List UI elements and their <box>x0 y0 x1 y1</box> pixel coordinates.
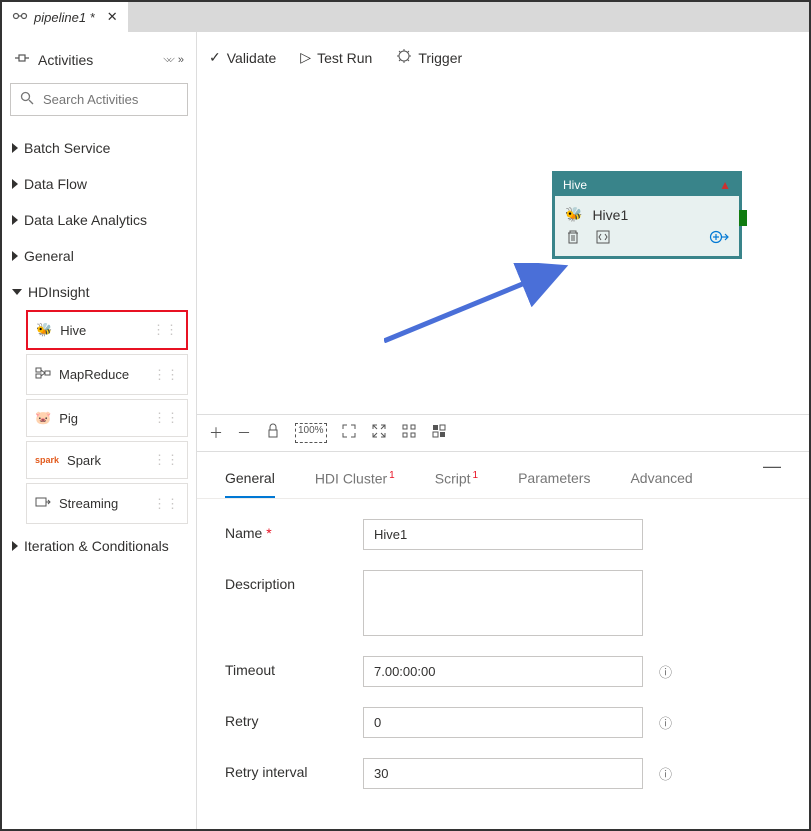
group-data-flow[interactable]: Data Flow <box>10 166 188 202</box>
trigger-icon <box>396 48 412 67</box>
delete-node-icon[interactable] <box>565 229 581 248</box>
info-icon[interactable]: ⓘ <box>659 713 672 732</box>
error-badge: 1 <box>473 470 479 481</box>
activity-mapreduce[interactable]: MapReduce ⋮⋮ <box>26 354 188 395</box>
hive-icon: 🐝 <box>565 206 582 223</box>
collapse-groups-icon[interactable]: ⌵⌵ <box>163 53 170 66</box>
play-icon: ▷ <box>300 49 311 66</box>
group-hdinsight[interactable]: HDInsight <box>10 274 188 310</box>
add-output-icon[interactable] <box>709 229 729 248</box>
zoom-out-icon[interactable]: － <box>237 423 251 443</box>
test-run-button[interactable]: ▷ Test Run <box>300 49 372 66</box>
pipeline-tab-label: pipeline1 * <box>34 10 95 25</box>
pipeline-icon <box>12 8 28 27</box>
name-label: Name * <box>225 519 355 541</box>
timeout-input[interactable] <box>363 656 643 687</box>
node-type-label: Hive <box>563 178 587 192</box>
search-icon <box>19 90 35 109</box>
properties-panel: — General HDI Cluster1 Script1 Parameter… <box>197 451 809 829</box>
zoom-100-icon[interactable]: 100% <box>295 423 327 443</box>
caret-down-icon <box>12 289 22 295</box>
name-input[interactable] <box>363 519 643 550</box>
collapse-panel-icon[interactable]: — <box>763 456 781 477</box>
trigger-button[interactable]: Trigger <box>396 48 462 67</box>
pipeline-canvas[interactable]: Hive ▲ 🐝 Hive1 <box>197 83 809 414</box>
activities-title: Activities <box>38 52 155 68</box>
validate-button[interactable]: ✓ Validate <box>209 49 276 66</box>
caret-right-icon <box>12 251 18 261</box>
group-general[interactable]: General <box>10 238 188 274</box>
group-batch-service[interactable]: Batch Service <box>10 130 188 166</box>
info-icon[interactable]: ⓘ <box>659 764 672 783</box>
hive-activity-node[interactable]: Hive ▲ 🐝 Hive1 <box>552 171 742 259</box>
drag-handle-icon: ⋮⋮ <box>153 496 179 512</box>
tab-advanced[interactable]: Advanced <box>630 470 692 498</box>
fullscreen-icon[interactable] <box>371 423 387 443</box>
pig-icon: 🐷 <box>35 410 51 426</box>
pipeline-tab[interactable]: pipeline1 * ✕ <box>2 2 128 32</box>
search-input[interactable] <box>43 92 219 107</box>
group-iteration-conditionals[interactable]: Iteration & Conditionals <box>10 528 188 564</box>
caret-right-icon <box>12 541 18 551</box>
expand-groups-icon[interactable]: » <box>178 54 184 66</box>
code-node-icon[interactable] <box>595 229 611 248</box>
caret-right-icon <box>12 179 18 189</box>
activity-hive[interactable]: 🐝 Hive ⋮⋮ <box>26 310 188 350</box>
caret-right-icon <box>12 215 18 225</box>
drag-handle-icon: ⋮⋮ <box>153 367 179 383</box>
check-icon: ✓ <box>209 49 221 66</box>
drag-handle-icon: ⋮⋮ <box>153 410 179 426</box>
lock-icon[interactable] <box>265 423 281 443</box>
tab-script[interactable]: Script1 <box>435 470 478 498</box>
activity-pig[interactable]: 🐷 Pig ⋮⋮ <box>26 399 188 437</box>
error-badge: 1 <box>389 470 395 481</box>
close-tab-icon[interactable]: ✕ <box>107 9 118 25</box>
retry-input[interactable] <box>363 707 643 738</box>
search-activities[interactable] <box>10 83 188 116</box>
fit-screen-icon[interactable] <box>341 423 357 443</box>
streaming-icon <box>35 494 51 513</box>
caret-right-icon <box>12 143 18 153</box>
tab-general[interactable]: General <box>225 470 275 498</box>
activities-sidebar: Activities ⌵⌵ » Batch Service Data Flow … <box>2 32 197 829</box>
description-label: Description <box>225 570 355 592</box>
drag-handle-icon: ⋮⋮ <box>152 322 178 338</box>
description-input[interactable] <box>363 570 643 636</box>
warning-icon: ▲ <box>719 178 731 192</box>
drag-handle-icon: ⋮⋮ <box>153 452 179 468</box>
hive-icon: 🐝 <box>36 322 52 338</box>
mapreduce-icon <box>35 365 51 384</box>
layout-icon[interactable] <box>431 423 447 443</box>
output-port[interactable] <box>739 210 747 226</box>
node-title: Hive1 <box>592 207 628 223</box>
activity-streaming[interactable]: Streaming ⋮⋮ <box>26 483 188 524</box>
activities-icon <box>14 50 30 69</box>
timeout-label: Timeout <box>225 656 355 678</box>
retry-label: Retry <box>225 707 355 729</box>
retry-interval-label: Retry interval <box>225 758 355 780</box>
group-data-lake-analytics[interactable]: Data Lake Analytics <box>10 202 188 238</box>
retry-interval-input[interactable] <box>363 758 643 789</box>
zoom-in-icon[interactable]: ＋ <box>209 423 223 443</box>
tab-parameters[interactable]: Parameters <box>518 470 590 498</box>
tab-hdi-cluster[interactable]: HDI Cluster1 <box>315 470 395 498</box>
canvas-zoom-toolbar: ＋ － 100% <box>197 414 809 451</box>
activity-spark[interactable]: spark Spark ⋮⋮ <box>26 441 188 479</box>
canvas-toolbar: ✓ Validate ▷ Test Run Trigger <box>197 32 809 83</box>
info-icon[interactable]: ⓘ <box>659 662 672 681</box>
annotation-arrow <box>384 263 569 343</box>
spark-icon: spark <box>35 455 59 465</box>
auto-align-icon[interactable] <box>401 423 417 443</box>
